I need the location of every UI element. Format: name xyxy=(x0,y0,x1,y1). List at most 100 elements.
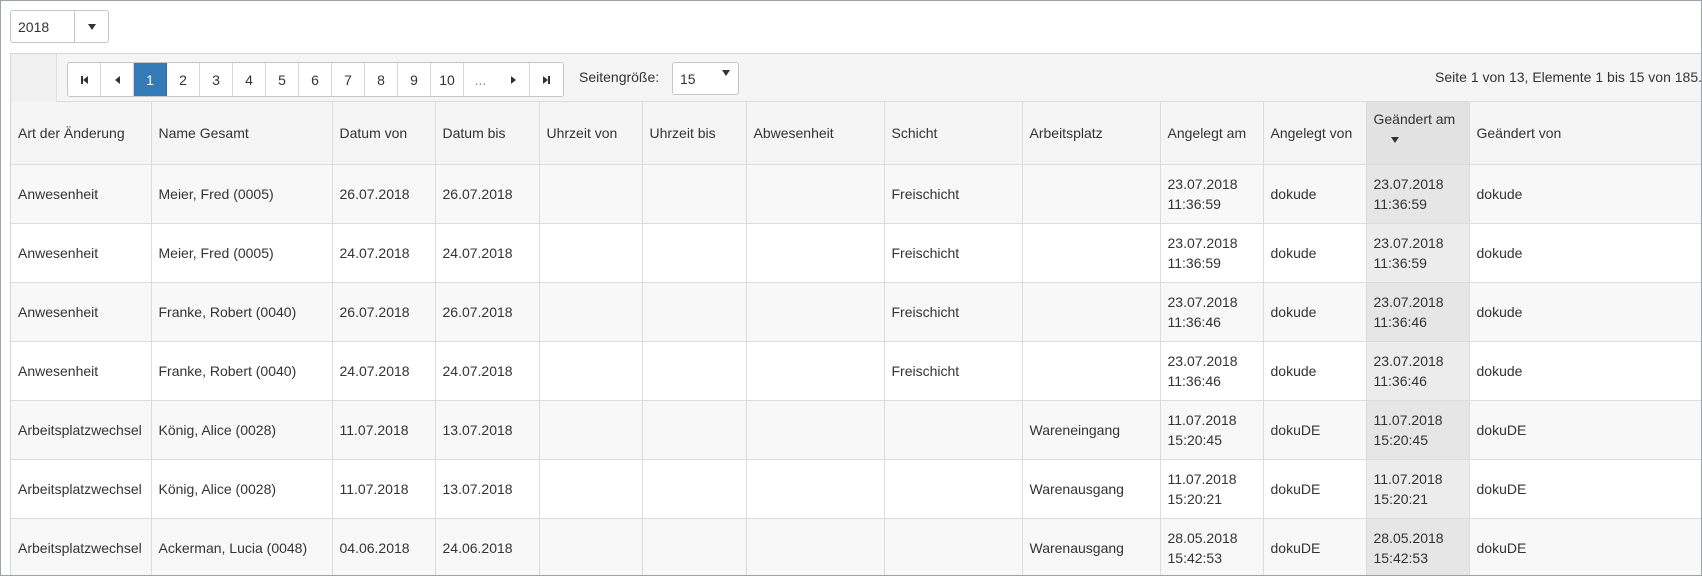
table-cell-schicht xyxy=(884,400,1023,460)
table-row[interactable]: Anwesenheit Franke, Robert (0040) 26.07.20… xyxy=(11,282,1701,342)
column-header[interactable]: Geändert am xyxy=(1366,102,1470,165)
time-text: 11:36:46 xyxy=(1167,372,1221,389)
date-text: 11.07.2018 xyxy=(1167,470,1237,487)
last-page-button[interactable] xyxy=(530,63,563,96)
column-header[interactable]: Angelegt am xyxy=(1160,102,1264,165)
table-cell-angelegt-am: 11.07.2018 15:20:45 xyxy=(1160,400,1264,460)
next-page-button[interactable] xyxy=(497,63,530,96)
table-row[interactable]: Anwesenheit Meier, Fred (0005) 26.07.2018 2… xyxy=(11,164,1701,224)
table-cell-angelegt-am: 11.07.2018 15:20:21 xyxy=(1160,459,1264,519)
date-text: 23.07.2018 xyxy=(1167,293,1238,310)
table-cell-geaendert-von: dokude xyxy=(1469,341,1701,401)
table-cell-name: Meier, Fred (0005) xyxy=(151,164,333,224)
table-cell-uhrzeit-bis xyxy=(642,341,747,401)
page-button[interactable]: 9 xyxy=(398,63,431,96)
table-cell-uhrzeit-von xyxy=(539,518,643,575)
table-cell-abwesenheit xyxy=(746,459,885,519)
time-text: 11:36:46 xyxy=(1167,313,1221,330)
page-button[interactable]: 4 xyxy=(233,63,266,96)
table-cell-geaendert-am: 23.07.2018 11:36:46 xyxy=(1366,282,1470,342)
page-size-dropdown[interactable]: 15 xyxy=(672,62,739,95)
prev-page-button[interactable] xyxy=(101,63,134,96)
page-button[interactable]: 5 xyxy=(266,63,299,96)
table-cell-abwesenheit xyxy=(746,518,885,575)
column-header-label: Geändert von xyxy=(1476,124,1562,141)
table-row[interactable]: Arbeitsplatzwechsel König, Alice (0028) 11… xyxy=(11,400,1701,460)
app-frame: 2018 1 2 3 4 5 6 7 8 9 10... Seitengröße… xyxy=(0,0,1702,576)
sort-descending-icon xyxy=(1390,137,1399,143)
table-cell-art: Anwesenheit xyxy=(11,341,152,401)
table-cell-datum-bis: 24.06.2018 xyxy=(435,518,540,575)
table-row[interactable]: Anwesenheit Meier, Fred (0005) 24.07.2018 2… xyxy=(11,223,1701,283)
table-header-row: Art der Änderung Name Gesamt Datum von Datu… xyxy=(11,102,1701,165)
table-cell-abwesenheit xyxy=(746,223,885,283)
time-text: 15:42:53 xyxy=(1373,549,1429,566)
column-header[interactable]: Art der Änderung xyxy=(11,102,152,165)
column-header-label: Arbeitsplatz xyxy=(1029,124,1103,141)
page-button[interactable]: 1 xyxy=(134,63,167,96)
page-button[interactable]: 2 xyxy=(167,63,200,96)
column-header-label: Angelegt von xyxy=(1270,124,1353,141)
table-cell-schicht xyxy=(884,518,1023,575)
time-text: 15:20:21 xyxy=(1167,490,1223,507)
page-button[interactable]: 3 xyxy=(200,63,233,96)
table-cell-schicht: Freischicht xyxy=(884,164,1023,224)
column-header[interactable]: Datum bis xyxy=(435,102,540,165)
table-cell-name: König, Alice (0028) xyxy=(151,400,333,460)
year-dropdown[interactable]: 2018 xyxy=(10,10,109,43)
pager-gutter xyxy=(11,54,57,102)
table-row[interactable]: Arbeitsplatzwechsel König, Alice (0028) 11… xyxy=(11,459,1701,519)
table-cell-abwesenheit xyxy=(746,341,885,401)
column-header[interactable]: Name Gesamt xyxy=(151,102,333,165)
column-header[interactable]: Uhrzeit bis xyxy=(642,102,747,165)
table-cell-datum-bis: 24.07.2018 xyxy=(435,341,540,401)
column-header[interactable]: Angelegt von xyxy=(1263,102,1367,165)
time-text: 11:36:59 xyxy=(1373,195,1427,212)
changes-table: Art der Änderung Name Gesamt Datum von Datu… xyxy=(11,102,1701,575)
time-text: 11:36:59 xyxy=(1373,254,1427,271)
date-text: 11.07.2018 xyxy=(1167,411,1237,428)
time-text: 15:20:45 xyxy=(1373,431,1429,448)
page-button[interactable]: 6 xyxy=(299,63,332,96)
column-header[interactable]: Geändert von xyxy=(1469,102,1701,165)
date-text: 23.07.2018 xyxy=(1373,352,1444,369)
table-cell-angelegt-am: 28.05.2018 15:42:53 xyxy=(1160,518,1264,575)
table-cell-datum-von: 11.07.2018 xyxy=(332,459,436,519)
table-cell-abwesenheit xyxy=(746,282,885,342)
page-button[interactable]: 8 xyxy=(365,63,398,96)
table-cell-arbeitsplatz xyxy=(1022,164,1161,224)
table-cell-art: Arbeitsplatzwechsel xyxy=(11,400,152,460)
column-header-label: Angelegt am xyxy=(1167,124,1247,141)
column-header[interactable]: Schicht xyxy=(884,102,1023,165)
column-header[interactable]: Arbeitsplatz xyxy=(1022,102,1161,165)
page-button[interactable]: 7 xyxy=(332,63,365,96)
column-header-label: Uhrzeit von xyxy=(546,124,618,141)
date-text: 11.07.2018 xyxy=(1373,470,1443,487)
time-text: 15:20:45 xyxy=(1167,431,1223,448)
page-numbers: 1 2 3 4 5 6 7 8 9 10... xyxy=(134,63,497,96)
table-cell-geaendert-am: 23.07.2018 11:36:59 xyxy=(1366,164,1470,224)
page-ellipsis-button[interactable]: ... xyxy=(464,63,497,96)
table-cell-datum-von: 24.07.2018 xyxy=(332,341,436,401)
time-text: 11:36:46 xyxy=(1373,313,1427,330)
table-cell-geaendert-am: 28.05.2018 15:42:53 xyxy=(1366,518,1470,575)
year-dropdown-button[interactable] xyxy=(74,11,108,42)
year-dropdown-value: 2018 xyxy=(18,19,50,35)
table-cell-geaendert-von: dokuDE xyxy=(1469,518,1701,575)
first-page-button[interactable] xyxy=(68,63,101,96)
page-size-value: 15 xyxy=(680,71,696,87)
column-header[interactable]: Datum von xyxy=(332,102,436,165)
page-button[interactable]: 10 xyxy=(431,63,464,96)
table-cell-datum-von: 11.07.2018 xyxy=(332,400,436,460)
column-header[interactable]: Uhrzeit von xyxy=(539,102,643,165)
pager-info: Seite 1 von 13, Elemente 1 bis 15 von 18… xyxy=(1435,69,1702,85)
date-text: 23.07.2018 xyxy=(1373,234,1444,251)
table-cell-angelegt-von: dokuDE xyxy=(1263,400,1367,460)
column-header[interactable]: Abwesenheit xyxy=(746,102,885,165)
table-row[interactable]: Arbeitsplatzwechsel Ackerman, Lucia (0048… xyxy=(11,518,1701,575)
table-cell-uhrzeit-bis xyxy=(642,400,747,460)
table-cell-datum-bis: 13.07.2018 xyxy=(435,400,540,460)
table-row[interactable]: Anwesenheit Franke, Robert (0040) 24.07.20… xyxy=(11,341,1701,401)
table-cell-arbeitsplatz: Wareneingang xyxy=(1022,400,1161,460)
column-header-label: Name Gesamt xyxy=(158,124,249,141)
